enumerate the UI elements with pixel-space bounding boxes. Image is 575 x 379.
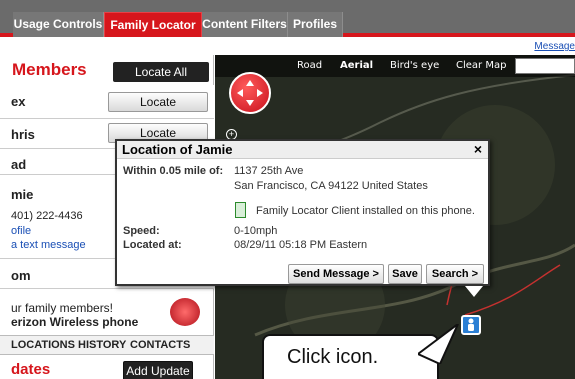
promo-line: ur family members! <box>11 301 114 315</box>
updates-title: dates <box>11 361 51 378</box>
member-name: hris <box>11 127 35 142</box>
app-root: Usage Controls Family Locator Content Fi… <box>0 0 575 379</box>
map-search-input[interactable] <box>515 58 575 74</box>
add-update-button[interactable]: Add Update <box>123 361 193 379</box>
map-option-clear-map[interactable]: Clear Map <box>456 60 506 71</box>
tab-contacts[interactable]: CONTACTS <box>130 339 190 351</box>
popup-title: Location of Jamie <box>122 142 233 157</box>
tab-history[interactable]: HISTORY <box>78 339 126 351</box>
family-icon <box>170 298 200 326</box>
messages-link[interactable]: Message <box>534 41 575 52</box>
tab-family-locator[interactable]: Family Locator <box>104 12 202 37</box>
located-label: Located at: <box>123 239 182 251</box>
bottom-tabs: LOCATIONS HISTORY CONTACTS <box>0 335 214 355</box>
speed-value: 0-10mph <box>234 225 278 237</box>
callout-text: Click icon. <box>287 346 379 368</box>
within-label: Within 0.05 mile of: <box>123 165 224 177</box>
member-name: om <box>11 268 31 283</box>
tab-locations[interactable]: LOCATIONS <box>11 339 75 351</box>
located-value: 08/29/11 05:18 PM Eastern <box>234 239 368 251</box>
save-button[interactable]: Save <box>388 264 422 284</box>
map-option-aerial[interactable]: Aerial <box>340 60 373 71</box>
tab-content-filters[interactable]: Content Filters <box>202 12 288 37</box>
phone-icon <box>235 202 246 218</box>
member-phone: 401) 222-4436 <box>11 210 83 222</box>
popup-pointer <box>465 286 483 297</box>
tab-usage-controls[interactable]: Usage Controls <box>13 12 104 37</box>
tab-bar: Usage Controls Family Locator Content Fi… <box>0 0 575 37</box>
locate-button[interactable]: Locate <box>108 92 208 112</box>
members-title: Members <box>12 60 87 79</box>
locate-all-button[interactable]: Locate All <box>113 62 209 82</box>
map-option-birds-eye[interactable]: Bird's eye <box>390 60 439 71</box>
search-button[interactable]: Search > <box>426 264 484 284</box>
location-popup: Location of Jamie × Within 0.05 mile of:… <box>115 139 490 286</box>
close-icon[interactable]: × <box>474 141 482 157</box>
callout-arrow <box>418 324 459 364</box>
map-toolbar: Road Aerial Bird's eye Clear Map <box>215 55 575 77</box>
tab-profiles[interactable]: Profiles <box>288 12 343 37</box>
member-name: ex <box>11 94 26 109</box>
text-message-link[interactable]: a text message <box>11 239 86 251</box>
address-line: San Francisco, CA 94122 United States <box>234 180 428 192</box>
promo-line: erizon Wireless phone <box>11 315 139 329</box>
client-status: Family Locator Client installed on this … <box>256 205 475 217</box>
map-option-road[interactable]: Road <box>297 60 322 71</box>
send-message-button[interactable]: Send Message > <box>288 264 384 284</box>
instruction-callout: Click icon. <box>262 334 439 379</box>
speed-label: Speed: <box>123 225 160 237</box>
pan-control-icon[interactable] <box>229 72 271 114</box>
profile-link[interactable]: ofile <box>11 225 31 237</box>
address-line: 1137 25th Ave <box>234 165 304 177</box>
member-name: mie <box>11 187 34 202</box>
member-row: ex Locate <box>0 85 214 119</box>
popup-header: Location of Jamie × <box>117 141 488 159</box>
member-name: ad <box>11 157 27 172</box>
